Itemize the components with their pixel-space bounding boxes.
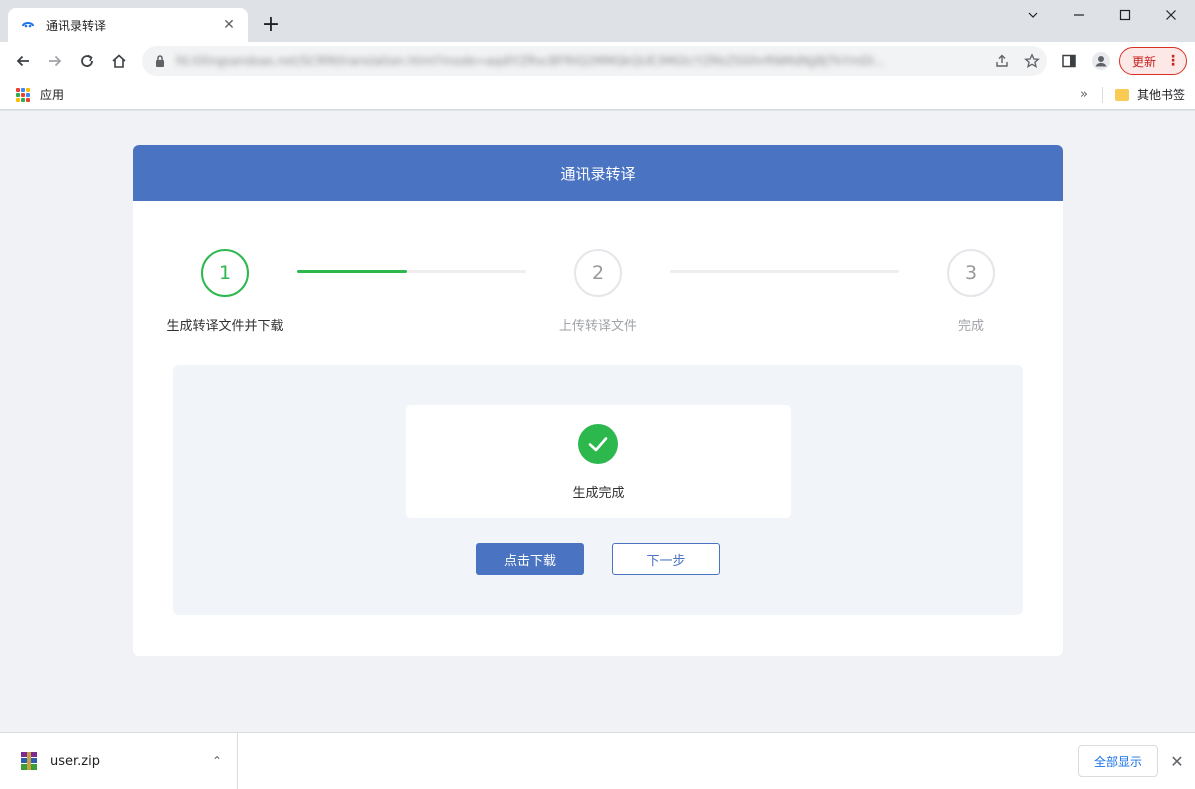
step-1-number: 1 xyxy=(218,262,232,284)
apps-label: 应用 xyxy=(40,88,65,102)
minimize-window-icon[interactable] xyxy=(1010,0,1056,30)
bookmark-star-icon[interactable] xyxy=(1017,46,1047,76)
page-title: 通讯录转译 xyxy=(560,164,636,183)
step-3-label: 完成 xyxy=(957,319,985,334)
success-check-icon xyxy=(578,424,618,464)
download-file-name: user.zip xyxy=(50,753,100,769)
tab-title: 通讯录转译 xyxy=(46,18,107,33)
url-text: fd.tillingsandsas.net/SCRM/translation.h… xyxy=(176,54,886,68)
show-all-downloads-button[interactable]: 全部显示 xyxy=(1078,745,1158,777)
download-item[interactable]: user.zip ⌃ xyxy=(0,733,238,789)
apps-shortcut[interactable]: 应用 xyxy=(16,86,64,103)
zip-archive-icon xyxy=(20,751,38,771)
bookmarks-right: » 其他书签 xyxy=(1080,86,1185,103)
browser-toolbar: fd.tillingsandsas.net/SCRM/translation.h… xyxy=(0,42,1195,80)
new-tab-button[interactable]: + xyxy=(258,12,284,38)
bookmarks-bar: 应用 » 其他书签 xyxy=(0,80,1195,110)
bookmarks-overflow-icon[interactable]: » xyxy=(1080,87,1088,102)
apps-grid-icon xyxy=(16,87,30,102)
lock-icon[interactable] xyxy=(154,54,168,68)
maximize-icon[interactable] xyxy=(1102,0,1148,30)
update-label: 更新 xyxy=(1132,54,1157,69)
more-menu-icon[interactable]: ⋮ xyxy=(1166,54,1180,68)
browser-update-button[interactable]: 更新 ⋮ xyxy=(1119,47,1187,75)
step-connector-1 xyxy=(297,270,526,273)
step-1-label: 生成转译文件并下载 xyxy=(166,319,284,334)
translation-card: 通讯录转译 1 生成转译文件并下载 2 上传转译文件 3 完成 生成完成 点击下… xyxy=(133,145,1063,656)
step-connector-2 xyxy=(670,270,899,273)
forward-arrow-icon[interactable] xyxy=(40,46,70,76)
close-download-shelf-icon[interactable]: ✕ xyxy=(1165,749,1189,773)
next-step-button[interactable]: 下一步 xyxy=(612,543,720,575)
step-2-circle: 2 xyxy=(574,249,622,297)
page-viewport: 通讯录转译 1 生成转译文件并下载 2 上传转译文件 3 完成 生成完成 点击下… xyxy=(0,111,1195,732)
share-icon[interactable] xyxy=(987,46,1017,76)
address-bar[interactable]: fd.tillingsandsas.net/SCRM/translation.h… xyxy=(142,46,1047,76)
browser-tab-active[interactable]: 通讯录转译 ✕ xyxy=(8,8,248,42)
reload-icon[interactable] xyxy=(72,46,102,76)
tab-strip: 通讯录转译 ✕ + xyxy=(0,0,1195,42)
folder-icon xyxy=(1114,88,1129,101)
other-bookmarks-link[interactable]: 其他书签 xyxy=(1137,86,1185,103)
profile-avatar-icon[interactable] xyxy=(1086,46,1116,76)
minimize-icon[interactable] xyxy=(1056,0,1102,30)
site-favicon-icon xyxy=(20,17,36,33)
side-panel-icon[interactable] xyxy=(1054,46,1084,76)
step-2-label: 上传转译文件 xyxy=(558,319,638,334)
back-arrow-icon[interactable] xyxy=(8,46,38,76)
step-content-panel: 生成完成 点击下载 下一步 xyxy=(173,365,1023,615)
download-shelf: user.zip ⌃ 全部显示 ✕ xyxy=(0,732,1195,789)
home-icon[interactable] xyxy=(104,46,134,76)
step-3-number: 3 xyxy=(964,262,978,284)
step-connector-1-progress xyxy=(297,270,407,273)
card-header: 通讯录转译 xyxy=(133,145,1063,201)
close-window-icon[interactable] xyxy=(1148,0,1194,30)
result-box: 生成完成 xyxy=(406,405,791,518)
step-3-circle: 3 xyxy=(947,249,995,297)
tab-close-icon[interactable]: ✕ xyxy=(220,16,238,34)
download-options-chevron-up-icon[interactable]: ⌃ xyxy=(197,754,237,768)
stepper: 1 生成转译文件并下载 2 上传转译文件 3 完成 xyxy=(133,201,1063,351)
step-1-circle: 1 xyxy=(201,249,249,297)
step-2-number: 2 xyxy=(591,262,605,284)
bookmarks-divider xyxy=(1101,86,1103,103)
download-button[interactable]: 点击下载 xyxy=(476,543,584,575)
result-status-text: 生成完成 xyxy=(572,486,625,501)
